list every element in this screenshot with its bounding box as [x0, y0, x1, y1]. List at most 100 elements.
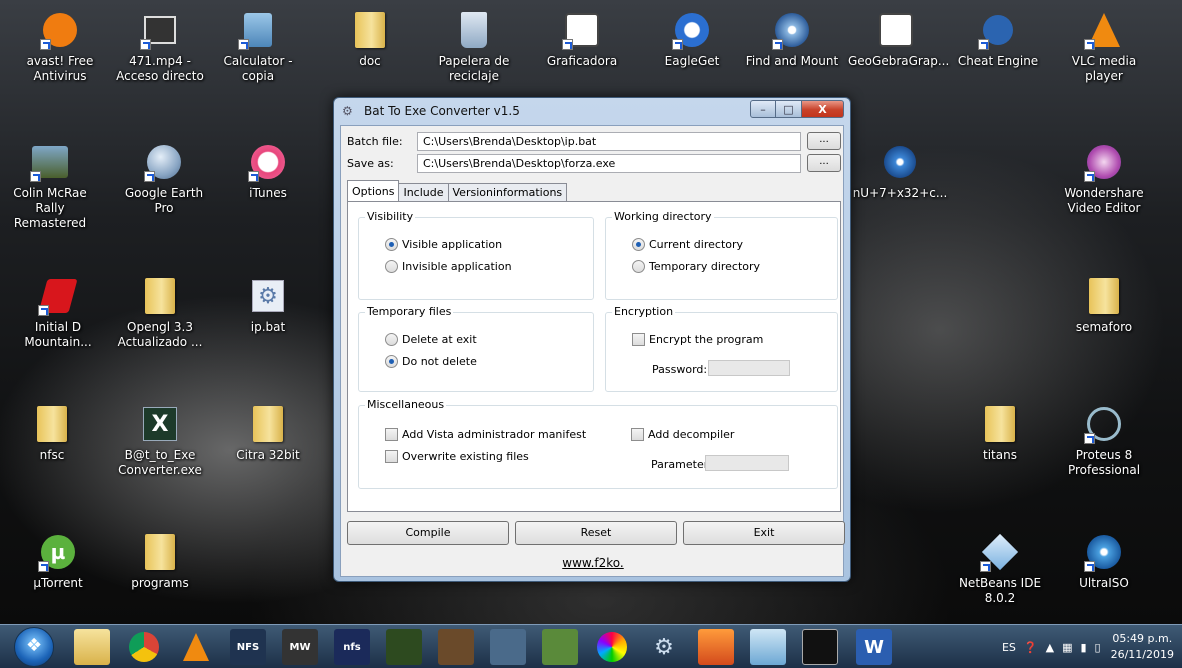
invisible-application-option[interactable]: Invisible application — [385, 260, 512, 273]
desktop-icon-ultraiso[interactable]: UltraISO — [1056, 532, 1152, 591]
paint-taskbar-icon[interactable] — [698, 629, 734, 665]
desktop-icon-itunes[interactable]: iTunes — [220, 142, 316, 201]
tab-include[interactable]: Include — [398, 183, 449, 201]
gear-taskbar-icon[interactable]: ⚙ — [646, 629, 682, 665]
game-taskbar-icon[interactable] — [386, 629, 422, 665]
delete-at-exit-label: Delete at exit — [402, 333, 477, 346]
browse-batch-button[interactable]: ... — [807, 132, 841, 150]
desktop-icon-cheat-engine[interactable]: Cheat Engine — [950, 10, 1046, 69]
desktop-icon-label: EagleGet — [664, 54, 720, 68]
save-as-input[interactable] — [417, 153, 801, 173]
word-taskbar-icon[interactable]: W — [856, 629, 892, 665]
desktop-icon-initial-d[interactable]: Initial D Mountain... — [10, 276, 106, 350]
signal-icon[interactable]: ▮ — [1080, 641, 1086, 654]
radio-unselected[interactable] — [385, 333, 398, 346]
desktop-icon-recycle-bin[interactable]: Papelera de reciclaje — [426, 10, 522, 84]
tab-versioninformations[interactable]: Versioninformations — [447, 183, 568, 201]
desktop-icon-geogebra[interactable]: GeoGebraGrap... — [848, 10, 950, 69]
desktop-icon-eagleget[interactable]: EagleGet — [644, 10, 740, 69]
cmd-taskbar-icon[interactable] — [802, 629, 838, 665]
desktop-icon-bat-to-exe[interactable]: X B@t_to_Exe Converter.exe — [112, 404, 208, 478]
desktop-icon-titans[interactable]: titans — [952, 404, 1048, 463]
close-button[interactable]: X — [802, 100, 844, 118]
nfs-carbon-taskbar-icon[interactable]: nfs — [334, 629, 370, 665]
delete-at-exit-option[interactable]: Delete at exit — [385, 333, 477, 346]
minecraft-taskbar-icon[interactable] — [542, 629, 578, 665]
current-directory-label: Current directory — [649, 238, 744, 251]
color-wheel-taskbar-icon[interactable] — [594, 629, 630, 665]
recycle-bin-icon — [454, 10, 494, 50]
tray-expand-icon[interactable]: ▲ — [1046, 641, 1054, 654]
temporary-directory-option[interactable]: Temporary directory — [632, 260, 760, 273]
language-indicator[interactable]: ES — [1002, 641, 1016, 654]
minimize-button[interactable]: – — [750, 100, 776, 118]
add-decompiler-option[interactable]: Add decompiler — [631, 428, 734, 441]
website-link[interactable]: www.f2ko. — [562, 556, 623, 570]
password-input[interactable] — [708, 360, 790, 376]
notes-taskbar-icon[interactable] — [750, 629, 786, 665]
network-icon[interactable]: ▦ — [1062, 641, 1072, 654]
vista-manifest-option[interactable]: Add Vista administrador manifest — [385, 428, 586, 441]
chrome-taskbar-icon[interactable] — [126, 629, 162, 665]
desktop-icon-programs[interactable]: programs — [112, 532, 208, 591]
maximize-button[interactable]: □ — [776, 100, 802, 118]
overwrite-files-option[interactable]: Overwrite existing files — [385, 450, 529, 463]
desktop-icon-label: nfsc — [39, 448, 65, 462]
current-directory-option[interactable]: Current directory — [632, 238, 743, 251]
radio-unselected[interactable] — [385, 260, 398, 273]
desktop-icon-find-and-mount[interactable]: Find and Mount — [744, 10, 840, 69]
radio-unselected[interactable] — [632, 260, 645, 273]
desktop-icon-nu-x32[interactable]: nU+7+x32+c... — [852, 142, 948, 201]
reset-button[interactable]: Reset — [515, 521, 677, 545]
tab-options[interactable]: Options — [347, 180, 400, 201]
parameter-label: Parameter — [651, 458, 709, 471]
batch-file-input[interactable] — [417, 131, 801, 151]
desktop-icon-graficadora[interactable]: Graficadora — [534, 10, 630, 69]
desktop-icon-proteus[interactable]: Proteus 8 Professional — [1056, 404, 1152, 478]
desktop-icon-vlc[interactable]: VLC media player — [1056, 10, 1152, 84]
desktop-icon-nfsc[interactable]: nfsc — [4, 404, 100, 463]
checkbox-unchecked[interactable] — [385, 428, 398, 441]
desktop-icon-colin-mcrae[interactable]: Colin McRae Rally Remastered — [2, 142, 98, 231]
radio-selected[interactable] — [385, 355, 398, 368]
battery-icon[interactable]: ▯ — [1095, 641, 1101, 654]
vlc-taskbar-icon[interactable] — [178, 629, 214, 665]
help-icon[interactable]: ❓ — [1024, 641, 1038, 654]
desktop-icon-netbeans[interactable]: NetBeans IDE 8.0.2 — [952, 532, 1048, 606]
do-not-delete-option[interactable]: Do not delete — [385, 355, 477, 368]
start-button[interactable] — [14, 627, 54, 667]
exit-button[interactable]: Exit — [683, 521, 845, 545]
checkbox-unchecked[interactable] — [385, 450, 398, 463]
desktop-icon-label: GeoGebraGrap... — [848, 54, 950, 68]
game-character-taskbar-icon[interactable] — [438, 629, 474, 665]
desktop-icon-doc[interactable]: doc — [322, 10, 418, 69]
radio-selected[interactable] — [632, 238, 645, 251]
rally-taskbar-icon[interactable] — [490, 629, 526, 665]
geogebra-icon — [562, 10, 602, 50]
folder-icon — [140, 532, 180, 572]
desktop-icon-opengl[interactable]: Opengl 3.3 Actualizado ... — [112, 276, 208, 350]
explorer-taskbar-icon[interactable] — [74, 629, 110, 665]
desktop-icon-semaforo[interactable]: semaforo — [1056, 276, 1152, 335]
visible-application-option[interactable]: Visible application — [385, 238, 502, 251]
encrypt-program-option[interactable]: Encrypt the program — [632, 333, 763, 346]
desktop-icon-google-earth[interactable]: Google Earth Pro — [116, 142, 212, 216]
nfs-taskbar-icon[interactable]: NFS — [230, 629, 266, 665]
compile-button[interactable]: Compile — [347, 521, 509, 545]
parameter-input[interactable] — [705, 455, 789, 471]
desktop-icon-ip-bat[interactable]: ⚙ ip.bat — [220, 276, 316, 335]
desktop-icon-471-mp4[interactable]: 471.mp4 - Acceso directo — [112, 10, 208, 84]
checkbox-unchecked[interactable] — [631, 428, 644, 441]
checkbox-unchecked[interactable] — [632, 333, 645, 346]
desktop-icon-utorrent[interactable]: µ µTorrent — [10, 532, 106, 591]
radio-selected[interactable] — [385, 238, 398, 251]
clock[interactable]: 05:49 p.m. 26/11/2019 — [1111, 631, 1174, 663]
desktop-icon-avast[interactable]: avast! Free Antivirus — [12, 10, 108, 84]
window-titlebar[interactable]: ⚙ Bat To Exe Converter v1.5 – □ X — [334, 98, 850, 124]
desktop-icon-label: Papelera de reciclaje — [438, 54, 510, 83]
desktop-icon-wondershare[interactable]: Wondershare Video Editor — [1056, 142, 1152, 216]
desktop-icon-calculator[interactable]: Calculator - copia — [210, 10, 306, 84]
desktop-icon-citra[interactable]: Citra 32bit — [220, 404, 316, 463]
nfs-mw-taskbar-icon[interactable]: MW — [282, 629, 318, 665]
browse-save-button[interactable]: ... — [807, 154, 841, 172]
